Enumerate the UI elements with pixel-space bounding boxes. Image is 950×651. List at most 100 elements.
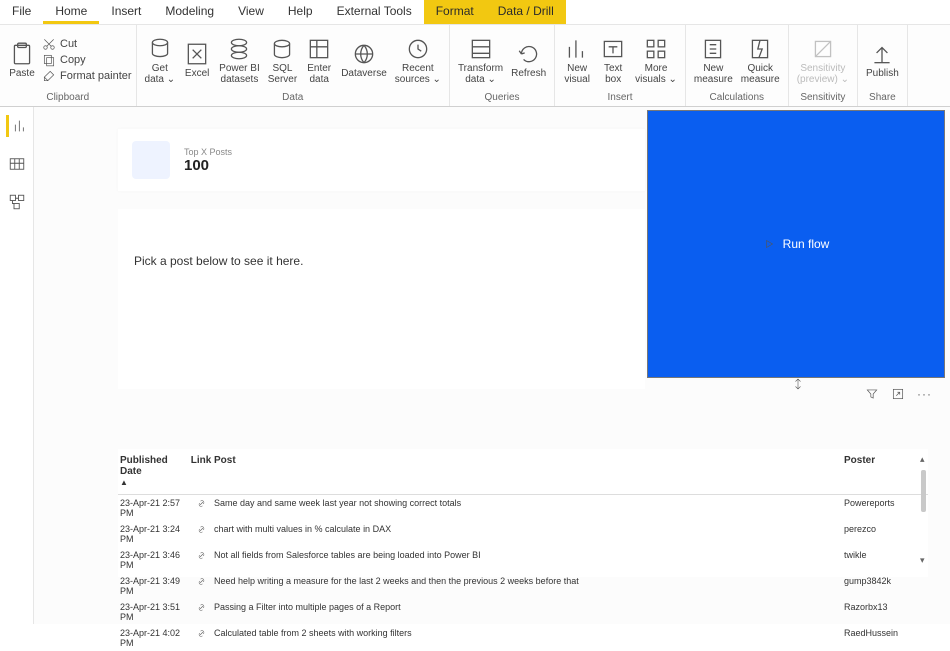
menu-file[interactable]: File	[0, 0, 43, 24]
menu-home[interactable]: Home	[43, 0, 99, 24]
publish-button[interactable]: Publish	[862, 38, 903, 81]
card-thumb-icon	[132, 141, 170, 179]
cell-link[interactable]	[188, 550, 214, 570]
view-data-button[interactable]	[6, 153, 28, 175]
link-icon	[196, 498, 207, 509]
sql-server-button[interactable]: SQL Server	[264, 33, 301, 87]
excel-icon	[183, 40, 211, 68]
excel-button[interactable]: Excel	[179, 38, 215, 81]
table-view-icon	[8, 155, 26, 173]
more-visuals-label: More visuals ⌄	[635, 63, 677, 85]
ribbon-group-clipboard: Paste Cut Copy Format painter Clipboard	[0, 25, 137, 106]
publish-label: Publish	[866, 68, 899, 79]
report-canvas[interactable]: Top X Posts 100 Pick a post below to see…	[34, 107, 950, 624]
cell-post: Not all fields from Salesforce tables ar…	[214, 550, 844, 570]
view-report-button[interactable]	[6, 115, 28, 137]
get-data-label: Get data ⌄	[145, 63, 176, 85]
quick-measure-button[interactable]: Quick measure	[737, 33, 784, 87]
format-painter-button[interactable]: Format painter	[42, 69, 132, 83]
group-label-data: Data	[141, 92, 445, 104]
cell-poster: perezco	[844, 524, 928, 544]
focus-mode-button[interactable]	[891, 387, 905, 404]
enter-data-button[interactable]: Enter data	[301, 33, 337, 87]
cell-link[interactable]	[188, 576, 214, 596]
get-data-button[interactable]: Get data ⌄	[141, 33, 180, 87]
cut-button[interactable]: Cut	[42, 37, 132, 51]
recent-sources-label: Recent sources ⌄	[395, 63, 441, 85]
cell-date: 23-Apr-21 3:46 PM	[118, 550, 188, 570]
menu-data-drill[interactable]: Data / Drill	[486, 0, 566, 24]
ribbon-group-insert: New visual Text box More visuals ⌄ Inser…	[555, 25, 686, 106]
menu-external-tools[interactable]: External Tools	[325, 0, 424, 24]
note-text: Pick a post below to see it here.	[118, 209, 645, 268]
menu-help[interactable]: Help	[276, 0, 325, 24]
menu-insert[interactable]: Insert	[99, 0, 153, 24]
cell-link[interactable]	[188, 498, 214, 518]
transform-data-button[interactable]: Transform data ⌄	[454, 33, 507, 87]
table-body: 23-Apr-21 2:57 PMSame day and same week …	[118, 495, 928, 651]
cell-date: 23-Apr-21 4:02 PM	[118, 628, 188, 648]
dataverse-button[interactable]: Dataverse	[337, 38, 391, 81]
table-row[interactable]: 23-Apr-21 3:49 PMNeed help writing a mea…	[118, 573, 928, 599]
menu-modeling[interactable]: Modeling	[153, 0, 226, 24]
table-row[interactable]: 23-Apr-21 3:51 PMPassing a Filter into m…	[118, 599, 928, 625]
menu-view[interactable]: View	[226, 0, 276, 24]
transform-data-label: Transform data ⌄	[458, 63, 503, 85]
table-row[interactable]: 23-Apr-21 3:24 PMchart with multi values…	[118, 521, 928, 547]
table-row[interactable]: 23-Apr-21 2:57 PMSame day and same week …	[118, 495, 928, 521]
card-visual-topx[interactable]: Top X Posts 100	[118, 129, 645, 191]
enter-data-icon	[305, 35, 333, 63]
cell-link[interactable]	[188, 628, 214, 648]
recent-icon	[404, 35, 432, 63]
scissors-icon	[42, 37, 56, 51]
copy-icon	[42, 53, 56, 67]
table-row[interactable]: 23-Apr-21 4:02 PMCalculated table from 2…	[118, 625, 928, 651]
recent-sources-button[interactable]: Recent sources ⌄	[391, 33, 445, 87]
cell-post: Same day and same week last year not sho…	[214, 498, 844, 518]
more-visuals-button[interactable]: More visuals ⌄	[631, 33, 681, 87]
new-visual-label: New visual	[564, 63, 590, 85]
focus-icon	[891, 387, 905, 401]
pbi-datasets-button[interactable]: Power BI datasets	[215, 33, 264, 87]
dataverse-label: Dataverse	[341, 68, 387, 79]
scroll-down-icon[interactable]: ▾	[920, 555, 928, 565]
cell-post: chart with multi values in % calculate i…	[214, 524, 844, 544]
cell-link[interactable]	[188, 602, 214, 622]
text-visual-note[interactable]: Pick a post below to see it here.	[118, 209, 645, 389]
new-visual-button[interactable]: New visual	[559, 33, 595, 87]
scroll-up-icon[interactable]: ▴	[920, 454, 928, 464]
sql-icon	[268, 35, 296, 63]
table-row[interactable]: 23-Apr-21 3:46 PM Not all fields from Sal…	[118, 547, 928, 573]
more-options-button[interactable]: ···	[917, 387, 932, 404]
cell-poster: RaedHussein	[844, 628, 928, 648]
menu-format[interactable]: Format	[424, 0, 486, 24]
group-label-sensitivity: Sensitivity	[793, 92, 853, 104]
filter-visual-button[interactable]	[865, 387, 879, 404]
text-box-button[interactable]: Text box	[595, 33, 631, 87]
visual-header-actions: ···	[865, 387, 932, 404]
powerautomate-visual[interactable]: Run flow	[647, 110, 945, 378]
scroll-thumb[interactable]	[921, 470, 926, 512]
view-model-button[interactable]	[6, 191, 28, 213]
table-scrollbar[interactable]: ▴ ▾	[920, 454, 928, 577]
publish-icon	[868, 40, 896, 68]
ribbon: Paste Cut Copy Format painter Clipboard	[0, 25, 950, 107]
refresh-button[interactable]: Refresh	[507, 38, 550, 81]
text-box-label: Text box	[604, 63, 622, 85]
copy-label: Copy	[60, 54, 86, 66]
database-arrow-icon	[146, 35, 174, 63]
th-link[interactable]: Link	[188, 455, 214, 488]
th-post[interactable]: Post	[214, 455, 844, 488]
table-visual[interactable]: Published Date▲ Link Post Poster 23-Apr-…	[118, 449, 928, 577]
sensitivity-button[interactable]: Sensitivity (preview) ⌄	[793, 33, 853, 87]
new-measure-button[interactable]: New measure	[690, 33, 737, 87]
run-flow-button[interactable]: Run flow	[763, 237, 830, 251]
th-poster[interactable]: Poster	[844, 455, 928, 488]
copy-button[interactable]: Copy	[42, 53, 132, 67]
sql-server-label: SQL Server	[268, 63, 297, 85]
measure-icon	[699, 35, 727, 63]
paste-button[interactable]: Paste	[4, 38, 40, 81]
th-published-date[interactable]: Published Date▲	[118, 455, 188, 488]
cell-link[interactable]	[188, 524, 214, 544]
group-label-insert: Insert	[559, 92, 681, 104]
